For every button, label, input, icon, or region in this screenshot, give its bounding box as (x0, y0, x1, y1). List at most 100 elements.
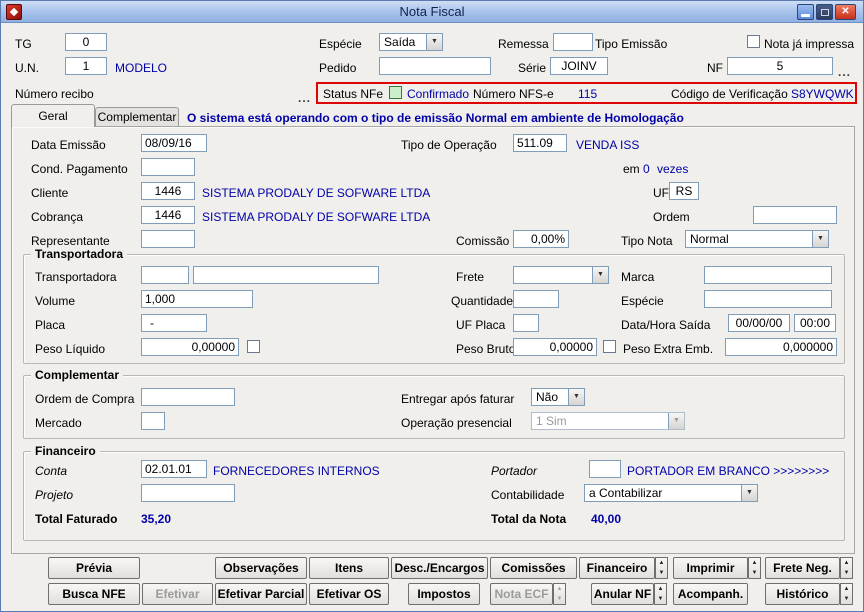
tg-input[interactable] (65, 33, 107, 51)
parcelas-em-label: em (623, 162, 640, 176)
serie-label: Série (518, 61, 547, 75)
pedido-input[interactable] (379, 57, 491, 75)
observacoes-button[interactable]: Observações (215, 557, 307, 579)
uf-input[interactable] (669, 182, 699, 200)
representante-input[interactable] (141, 230, 195, 248)
quantidade-input[interactable] (513, 290, 559, 308)
frete-neg-spinner[interactable]: ▲ ▼ (840, 557, 853, 579)
un-desc: MODELO (115, 61, 168, 75)
efetivar-button: Efetivar (142, 583, 213, 605)
acompanh-button[interactable]: Acompanh. (673, 583, 748, 605)
conta-input[interactable] (141, 460, 207, 478)
transportadora-code-input[interactable] (141, 266, 189, 284)
itens-button[interactable]: Itens (309, 557, 389, 579)
total-da-nota-label: Total da Nota (491, 512, 567, 526)
homologacao-notice: O sistema está operando com o tipo de em… (187, 111, 684, 125)
especie-select[interactable]: Saída ▼ (379, 33, 443, 51)
numero-nfse-label: Número NFS-e (473, 87, 554, 101)
serie-input[interactable] (550, 57, 608, 75)
peso-liquido-checkbox[interactable] (247, 340, 260, 353)
ordem-input[interactable] (753, 206, 837, 224)
pedido-label: Pedido (319, 61, 357, 75)
marca-input[interactable] (704, 266, 832, 284)
numero-recibo-lookup-button[interactable]: ... (298, 92, 311, 104)
parcelas-value: 0 (643, 162, 650, 176)
conta-desc: FORNECEDORES INTERNOS (213, 464, 380, 478)
impostos-button[interactable]: Impostos (408, 583, 480, 605)
tipo-nota-label: Tipo Nota (621, 234, 673, 248)
chevron-down-icon: ▼ (568, 389, 584, 405)
nota-ja-impressa-label: Nota já impressa (764, 37, 855, 51)
cobranca-input[interactable] (141, 206, 195, 224)
chevron-down-icon: ▼ (668, 413, 684, 429)
previa-button[interactable]: Prévia (48, 557, 140, 579)
busca-nfe-button[interactable]: Busca NFE (48, 583, 140, 605)
cliente-input[interactable] (141, 182, 195, 200)
data-saida-input[interactable] (728, 314, 790, 332)
cond-pagamento-input[interactable] (141, 158, 195, 176)
numero-recibo-label: Número recibo (15, 87, 94, 101)
uf-label: UF (653, 186, 669, 200)
tg-label: TG (15, 37, 32, 51)
peso-bruto-input[interactable] (513, 338, 597, 356)
nf-label: NF (707, 61, 723, 75)
portador-input[interactable] (589, 460, 621, 478)
placa-input[interactable] (141, 314, 207, 332)
imprimir-spinner[interactable]: ▲ ▼ (748, 557, 761, 579)
peso-bruto-checkbox[interactable] (603, 340, 616, 353)
efetivar-parcial-button[interactable]: Efetivar Parcial (215, 583, 307, 605)
remessa-input[interactable] (553, 33, 593, 51)
anular-nf-spinner[interactable]: ▲ ▼ (654, 583, 667, 605)
especie-transp-label: Espécie (621, 294, 664, 308)
data-emissao-input[interactable] (141, 134, 207, 152)
close-button[interactable]: ✕ (835, 4, 856, 20)
hora-saida-input[interactable] (794, 314, 836, 332)
frete-select[interactable]: ▼ (513, 266, 609, 284)
minimize-button[interactable] (797, 4, 814, 20)
un-label: U.N. (15, 61, 39, 75)
nf-input[interactable] (727, 57, 833, 75)
total-faturado-value: 35,20 (141, 512, 172, 526)
comissao-input[interactable] (513, 230, 569, 248)
uf-placa-input[interactable] (513, 314, 539, 332)
comissoes-button[interactable]: Comissões (490, 557, 577, 579)
ordem-compra-input[interactable] (141, 388, 235, 406)
volume-input[interactable] (141, 290, 253, 308)
tab-complementar[interactable]: Complementar (95, 107, 179, 126)
peso-bruto-label: Peso Bruto (456, 342, 516, 356)
peso-liquido-input[interactable] (141, 338, 239, 356)
frete-label: Frete (456, 270, 485, 284)
conta-label: Conta (35, 464, 68, 478)
tab-geral[interactable]: Geral (11, 104, 95, 127)
especie-value: Saída (384, 35, 416, 49)
tipo-nota-select[interactable]: Normal ▼ (685, 230, 829, 248)
cond-pagamento-label: Cond. Pagamento (31, 162, 128, 176)
financeiro-spinner[interactable]: ▲ ▼ (655, 557, 668, 579)
nf-lookup-button[interactable]: ... (838, 66, 851, 78)
entregar-apos-faturar-label: Entregar após faturar (401, 392, 515, 406)
entregar-apos-faturar-select[interactable]: Não ▼ (531, 388, 585, 406)
projeto-input[interactable] (141, 484, 235, 502)
frete-neg-button[interactable]: Frete Neg. (765, 557, 840, 579)
spin-up-icon: ▲ (658, 560, 665, 566)
imprimir-button[interactable]: Imprimir (673, 557, 748, 579)
anular-nf-button[interactable]: Anular NF (591, 583, 654, 605)
historico-spinner[interactable]: ▲ ▼ (840, 583, 853, 605)
total-da-nota-value: 40,00 (591, 512, 622, 526)
especie-transp-input[interactable] (704, 290, 832, 308)
minimize-icon (801, 14, 810, 17)
tipo-operacao-input[interactable] (513, 134, 567, 152)
historico-button[interactable]: Histórico (765, 583, 840, 605)
contabilidade-select[interactable]: a Contabilizar ▼ (584, 484, 758, 502)
nota-ja-impressa-checkbox[interactable] (747, 35, 760, 48)
mercado-input[interactable] (141, 412, 165, 430)
un-input[interactable] (65, 57, 107, 75)
efetivar-os-button[interactable]: Efetivar OS (309, 583, 389, 605)
financeiro-button[interactable]: Financeiro (579, 557, 655, 579)
chevron-down-icon: ▼ (812, 231, 828, 247)
transportadora-name-input[interactable] (193, 266, 379, 284)
peso-extra-input[interactable] (725, 338, 837, 356)
spin-down-icon: ▼ (658, 570, 665, 576)
maximize-button[interactable] (816, 4, 833, 20)
desc-encargos-button[interactable]: Desc./Encargos (391, 557, 488, 579)
